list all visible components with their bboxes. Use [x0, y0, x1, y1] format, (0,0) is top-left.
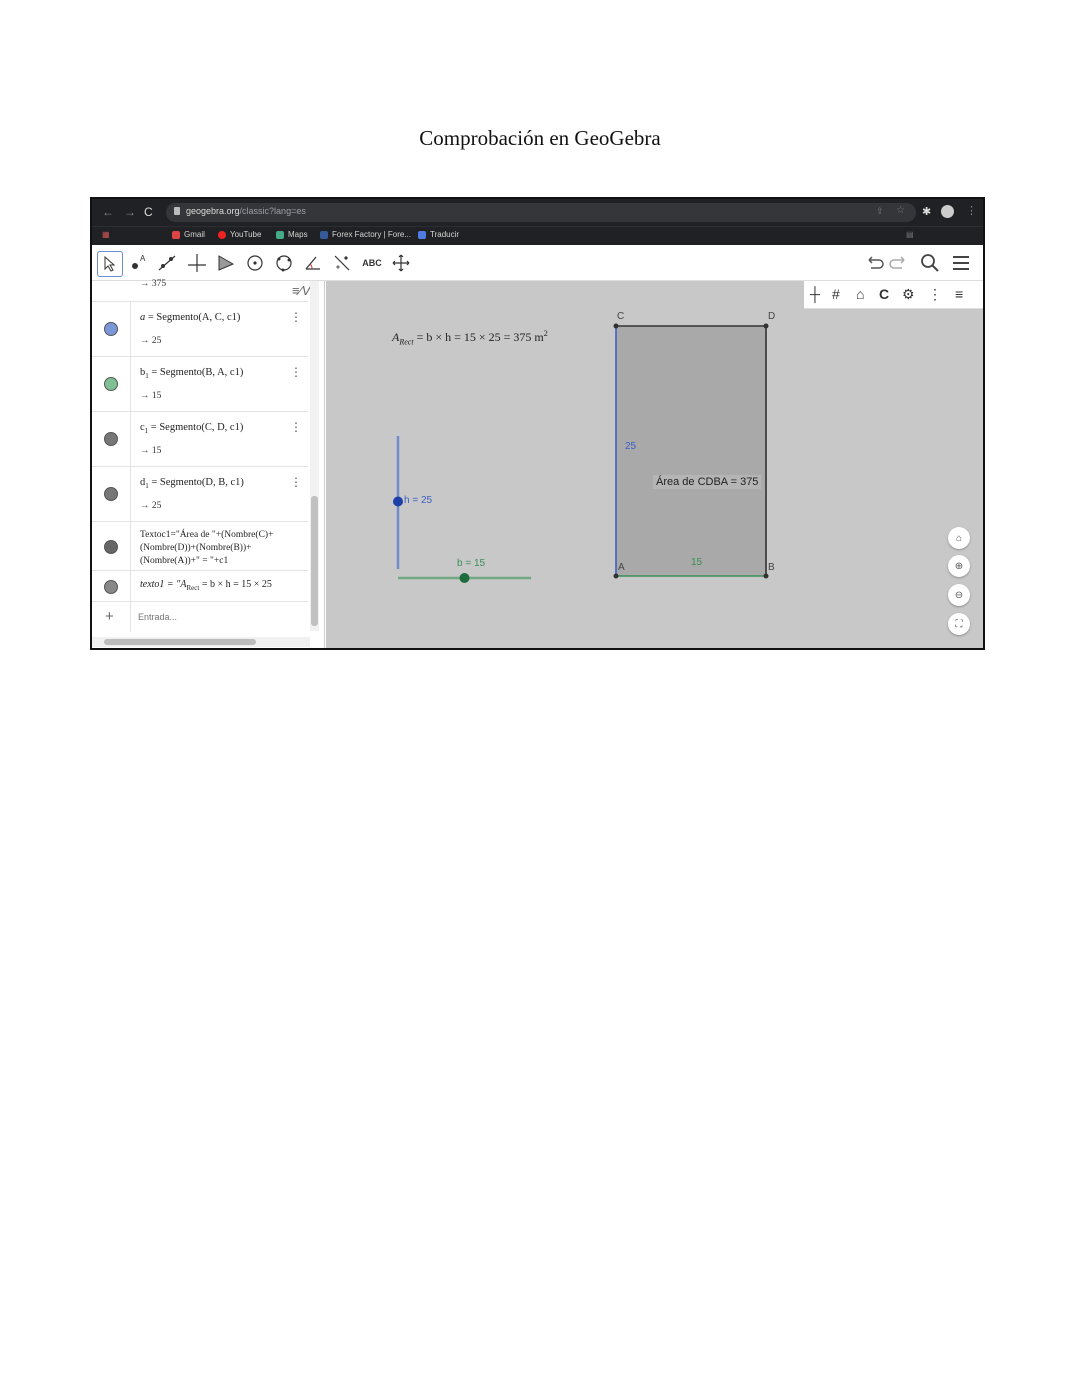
- visibility-toggle-d1[interactable]: [104, 487, 118, 501]
- slider-b-label: b = 15: [457, 558, 486, 569]
- apps-icon[interactable]: ▦: [102, 230, 110, 239]
- visibility-toggle-b1[interactable]: [104, 377, 118, 391]
- page-title: Comprobación en GeoGebra: [419, 126, 661, 150]
- algebra-row-b1[interactable]: b1 = Segmento(B, A, c1) → 15 ⋮: [92, 357, 308, 412]
- algebra-row-a[interactable]: a = Segmento(A, C, c1) → 25 ⋮: [92, 302, 308, 357]
- visibility-toggle-textoc1[interactable]: [104, 540, 118, 554]
- polygon-tool-icon[interactable]: [214, 251, 238, 275]
- point-b[interactable]: [763, 573, 769, 579]
- algebra-row-textoc1[interactable]: Textoc1="Área de "+(Nombre(C)+ (Nombre(D…: [92, 522, 308, 571]
- row-menu-icon[interactable]: ⋮: [290, 310, 302, 324]
- slider-b-knob[interactable]: [459, 573, 470, 583]
- perpendicular-tool-icon[interactable]: [185, 251, 209, 275]
- svg-text:A: A: [140, 254, 146, 263]
- reload-icon[interactable]: C: [144, 205, 153, 219]
- point-a-label: A: [618, 562, 625, 573]
- fullscreen-icon: ⛶: [955, 618, 963, 630]
- move-graphics-icon[interactable]: [389, 251, 413, 275]
- slider-h-label: h = 25: [404, 495, 433, 506]
- angle-tool-icon[interactable]: [301, 251, 325, 275]
- youtube-icon: [218, 230, 226, 239]
- bookmark-traducir[interactable]: Traducir: [418, 230, 459, 239]
- algebra-row-c1[interactable]: c1 = Segmento(C, D, c1) → 15 ⋮: [92, 412, 308, 467]
- search-icon[interactable]: [918, 251, 942, 275]
- bookmark-gmail[interactable]: Gmail: [172, 230, 205, 239]
- extensions-icon[interactable]: ✱: [922, 205, 931, 218]
- geogebra-toolbar: A ABC: [92, 245, 983, 281]
- algebra-view: → 375 ≡∕V a = Segmento(A, C, c1) → 25 ⋮ …: [92, 279, 325, 648]
- circle-three-points-icon[interactable]: [272, 251, 296, 275]
- circle-tool-icon[interactable]: [243, 251, 267, 275]
- visibility-toggle-c1[interactable]: [104, 432, 118, 446]
- screenshot-frame: ← → C geogebra.org/classic?lang=es ⇪ ☆ ✱…: [90, 197, 985, 650]
- point-b-label: B: [768, 562, 775, 573]
- algebra-row-d1[interactable]: d1 = Segmento(D, B, c1) → 25 ⋮: [92, 467, 308, 522]
- share-icon[interactable]: ⇪: [876, 206, 884, 217]
- back-icon[interactable]: ←: [102, 205, 114, 219]
- reflect-tool-icon[interactable]: [330, 251, 354, 275]
- row-menu-icon[interactable]: ⋮: [290, 475, 302, 489]
- bookmark-youtube[interactable]: YouTube: [218, 230, 261, 239]
- algebra-sort-icon[interactable]: ≡∕V: [292, 283, 310, 298]
- slider-h-knob[interactable]: [393, 496, 403, 507]
- zoom-out-button[interactable]: ⊖: [948, 584, 970, 606]
- bookmarks-bar: ▦ Gmail YouTube Maps Forex Factory | For…: [92, 226, 983, 245]
- home-icon: ⌂: [955, 532, 963, 544]
- browser-menu-icon[interactable]: ⋮: [966, 204, 977, 217]
- graphics-view[interactable]: ┼ # ⌂ C ⚙ ⋮ ≡ ARect = b × h = 15 × 25 = …: [326, 281, 983, 648]
- url-host: geogebra.org: [186, 206, 240, 216]
- line-tool-icon[interactable]: [155, 251, 179, 275]
- algebra-row-texto1[interactable]: texto1 = "ARect = b × h = 15 × 25: [92, 571, 308, 602]
- zoom-in-icon: ⊕: [954, 560, 964, 572]
- standard-view-button[interactable]: ⌂: [948, 527, 970, 549]
- add-icon[interactable]: +: [105, 608, 114, 625]
- point-a[interactable]: [613, 573, 619, 579]
- geometry-canvas: [393, 323, 769, 583]
- maps-icon: [276, 230, 284, 239]
- point-d-label: D: [768, 311, 776, 322]
- previous-value: → 375: [140, 279, 167, 289]
- segment-a-label: 25: [625, 441, 637, 452]
- bookmark-forex[interactable]: Forex Factory | Fore...: [320, 230, 411, 239]
- browser-titlebar: ← → C geogebra.org/classic?lang=es ⇪ ☆ ✱…: [92, 199, 983, 226]
- text-tool-button[interactable]: ABC: [360, 251, 384, 275]
- algebra-input[interactable]: [136, 608, 300, 626]
- translate-icon: [418, 230, 426, 239]
- row-menu-icon[interactable]: ⋮: [290, 365, 302, 379]
- redo-icon[interactable]: [887, 251, 911, 275]
- row-menu-icon[interactable]: ⋮: [290, 420, 302, 434]
- forex-icon: [320, 230, 328, 239]
- segment-b1-label: 15: [691, 557, 703, 568]
- point-tool-icon[interactable]: A: [127, 251, 151, 275]
- point-c[interactable]: [613, 323, 619, 329]
- avatar[interactable]: [941, 205, 954, 218]
- main-menu-icon[interactable]: [949, 251, 973, 275]
- visibility-toggle-texto1[interactable]: [104, 580, 118, 594]
- url-path: /classic?lang=es: [239, 206, 306, 216]
- visibility-toggle-a[interactable]: [104, 322, 118, 336]
- lock-icon: [174, 207, 180, 215]
- algebra-input-row: +: [92, 602, 308, 632]
- undo-icon[interactable]: [862, 251, 886, 275]
- area-label[interactable]: Área de CDBA = 375: [653, 475, 762, 489]
- zoom-out-icon: ⊖: [954, 589, 964, 601]
- move-tool-icon[interactable]: [97, 251, 123, 277]
- gmail-icon: [172, 230, 180, 239]
- point-d[interactable]: [763, 323, 769, 329]
- forward-icon[interactable]: →: [124, 205, 136, 219]
- fullscreen-button[interactable]: ⛶: [948, 613, 970, 635]
- address-bar[interactable]: geogebra.org/classic?lang=es ⇪ ☆: [166, 203, 916, 222]
- point-c-label: C: [617, 311, 625, 322]
- rectangle-polygon[interactable]: [616, 326, 766, 576]
- bookmark-maps[interactable]: Maps: [276, 230, 308, 239]
- algebra-scrollbar-vertical[interactable]: [310, 281, 319, 631]
- star-icon[interactable]: ☆: [896, 205, 905, 216]
- zoom-in-button[interactable]: ⊕: [948, 555, 970, 577]
- reading-list-icon[interactable]: ▤: [906, 230, 914, 239]
- algebra-scrollbar-horizontal[interactable]: [92, 637, 310, 647]
